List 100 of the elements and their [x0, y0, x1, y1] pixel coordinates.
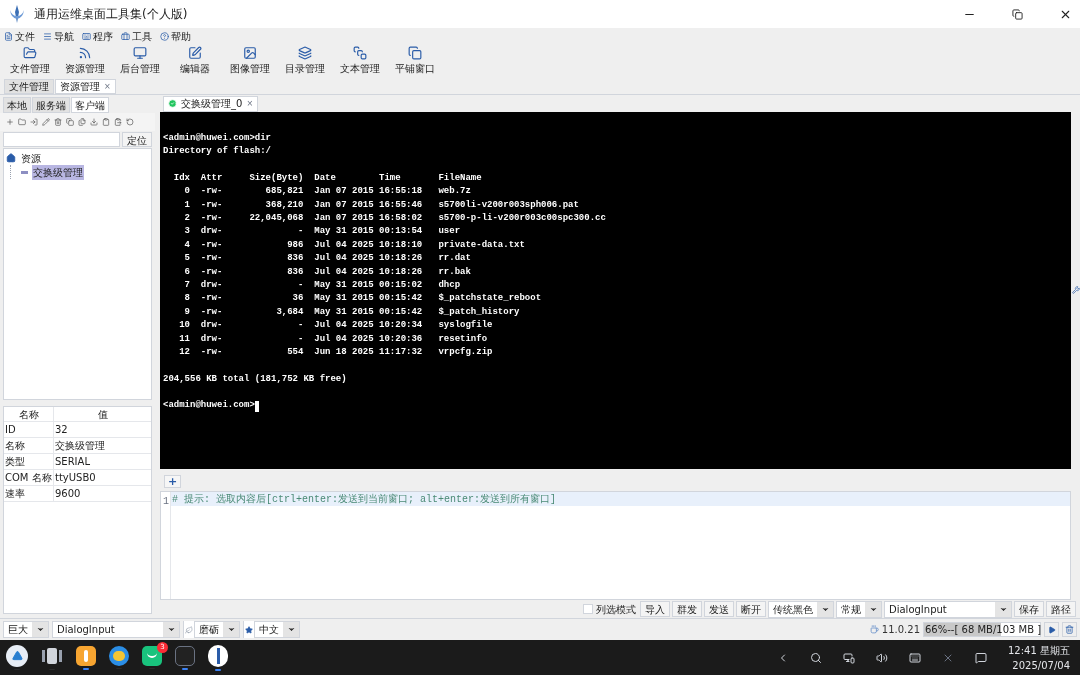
toolbar-button[interactable]: 资源管理: [59, 46, 111, 76]
shopping-bag-icon[interactable]: [142, 645, 162, 666]
cursor-icon: [254, 400, 259, 412]
action-button[interactable]: 导入: [640, 601, 670, 618]
toolbar-button[interactable]: 后台管理: [114, 46, 166, 76]
action-button[interactable]: 保存: [1014, 601, 1044, 618]
edit-icon: [188, 46, 202, 60]
document-tab[interactable]: 资源管理 ×: [55, 79, 116, 94]
table-cell: 速率: [4, 486, 54, 501]
search-icon[interactable]: [810, 651, 822, 664]
terminal-line: 3 drw- - May 31 2015 00:13:54 user: [183, 225, 461, 239]
toolbar-button[interactable]: 目录管理: [279, 46, 331, 76]
message-icon[interactable]: [975, 651, 987, 664]
action-button[interactable]: 断开: [736, 601, 766, 618]
copy-icon[interactable]: [66, 118, 74, 126]
command-editor[interactable]: 1 # 提示: 选取内容后[ctrl+enter:发送到当前窗口; alt+enter:发送到所有窗口]: [160, 491, 1071, 601]
terminal-line: 1 -rw- 368,210 Jan 07 2015 16:55:46 s5700li-v200r003sph006.pat: [183, 198, 579, 212]
folder-icon: [23, 46, 37, 60]
terminal-line: 6 -rw- 836 Jul 04 2025 10:18:26 rr.bak: [183, 265, 471, 279]
panel-tab[interactable]: 本地: [3, 97, 31, 113]
keyboard-icon[interactable]: [909, 651, 921, 664]
dropdown[interactable]: 巨大: [3, 621, 49, 638]
monitor-icon: [133, 46, 147, 60]
column-header: 名称: [4, 407, 54, 421]
terminal-line: 5 -rw- 836 Jul 04 2025 10:18:26 rr.dat: [183, 252, 471, 266]
java-icon: [869, 625, 879, 634]
signal-icon: [78, 46, 92, 60]
action-button[interactable]: 发送: [704, 601, 734, 618]
terminal-line: 204,556 KB total (181,752 KB free): [163, 372, 347, 386]
folder-icon[interactable]: [18, 118, 26, 126]
terminal-line: <admin@huwei.com>dir: [163, 131, 272, 145]
tab-close-button[interactable]: ×: [246, 97, 254, 110]
terminal-line: 7 drw- - May 31 2015 00:15:02 dhcp: [183, 279, 461, 292]
undo-icon[interactable]: [126, 118, 134, 126]
add-icon[interactable]: [6, 118, 14, 126]
checkbox-label: 列选模式: [596, 602, 636, 617]
wrench-icon[interactable]: [1071, 286, 1080, 295]
tab-close-button[interactable]: ×: [104, 80, 111, 93]
table-cell: ID: [4, 422, 54, 437]
dropdown[interactable]: DialogInput: [52, 621, 180, 638]
session-tab[interactable]: 交换级管理_0 ×: [163, 95, 259, 112]
dropdown[interactable]: DialogInput: [884, 600, 1012, 618]
table-cell-text: SERIAL: [54, 455, 91, 469]
copy-icon: [408, 46, 422, 60]
toolbar-button[interactable]: 编辑器: [169, 46, 221, 76]
toolbar-button[interactable]: 图像管理: [224, 46, 276, 76]
delete-icon: [1065, 625, 1074, 634]
menu-item[interactable]: 工具: [121, 28, 152, 44]
menu-item[interactable]: 程序: [82, 28, 113, 44]
terminal-line: 10 drw- - Jul 04 2025 10:20:34 syslogfile: [178, 319, 493, 333]
toolbar-button[interactable]: 文件管理: [4, 46, 56, 76]
locate-button[interactable]: 定位: [122, 132, 152, 147]
tree-item[interactable]: 资源: [20, 150, 42, 166]
search-field[interactable]: [3, 132, 120, 147]
document-tab[interactable]: 文件管理: [4, 79, 54, 94]
panel-tab[interactable]: 客户端: [71, 97, 109, 113]
browser-icon[interactable]: [109, 645, 129, 666]
terminal-line: 12 -rw- 554 Jun 18 2025 11:17:32 vrpcfg.zip: [178, 345, 493, 359]
clipboard-icon[interactable]: [102, 118, 110, 126]
gc-button[interactable]: [1044, 622, 1059, 637]
toolbar-button[interactable]: 文本管理: [334, 46, 386, 76]
dropdown[interactable]: 中文: [254, 621, 300, 638]
window-title: 通用运维桌面工具集(个人版): [34, 6, 188, 23]
files-icon[interactable]: [78, 118, 86, 126]
display-icon[interactable]: [843, 651, 855, 664]
edit-icon[interactable]: [42, 118, 50, 126]
terminal-icon[interactable]: [175, 645, 195, 666]
memory-reading: 66%--[ 68 MB/103 MB ]: [924, 623, 1042, 637]
menu-icon: [43, 31, 52, 41]
add-button[interactable]: +: [164, 474, 181, 488]
terminal-line: <admin@huwei.com>: [163, 399, 255, 413]
terminal-line: 0 -rw- 685,821 Jan 07 2015 16:55:18 web.7z: [183, 185, 471, 199]
terminal-line: 8 -rw- 36 May 31 2015 00:15:42 $_patchstate_reboot: [183, 292, 542, 306]
dropdown[interactable]: 传统黑色: [768, 600, 834, 618]
menu-item[interactable]: 帮助: [160, 28, 191, 44]
volume-icon[interactable]: [876, 651, 888, 664]
caret-icon: [226, 625, 236, 634]
download-icon[interactable]: [90, 118, 98, 126]
panel-tab[interactable]: 服务端: [32, 97, 70, 113]
terminal-line: 9 -rw- 3,684 May 31 2015 00:15:42 $_patch_history: [183, 305, 520, 319]
menu-item[interactable]: 文件: [4, 28, 35, 44]
action-button[interactable]: 路径: [1046, 601, 1076, 618]
delete-icon[interactable]: [54, 118, 62, 126]
action-button[interactable]: 群发: [672, 601, 702, 618]
restore-icon[interactable]: [1012, 8, 1023, 20]
paste-icon[interactable]: [114, 118, 122, 126]
app-icon[interactable]: [76, 645, 96, 666]
tree-item[interactable]: 交换级管理: [32, 164, 84, 180]
checkbox[interactable]: [583, 604, 593, 615]
toolbar-button[interactable]: 平铺窗口: [389, 46, 441, 76]
caret-icon: [35, 625, 45, 634]
terminal[interactable]: [160, 111, 1071, 469]
delete-button[interactable]: [1062, 622, 1077, 637]
dropdown[interactable]: 常规: [836, 600, 882, 618]
star-icon: [245, 625, 253, 634]
tool-logo-icon[interactable]: [208, 644, 228, 667]
launcher-icon[interactable]: [6, 644, 28, 667]
import-icon[interactable]: [30, 118, 38, 126]
menu-item[interactable]: 导航: [43, 28, 74, 44]
dropdown[interactable]: 磨砺: [194, 621, 240, 638]
